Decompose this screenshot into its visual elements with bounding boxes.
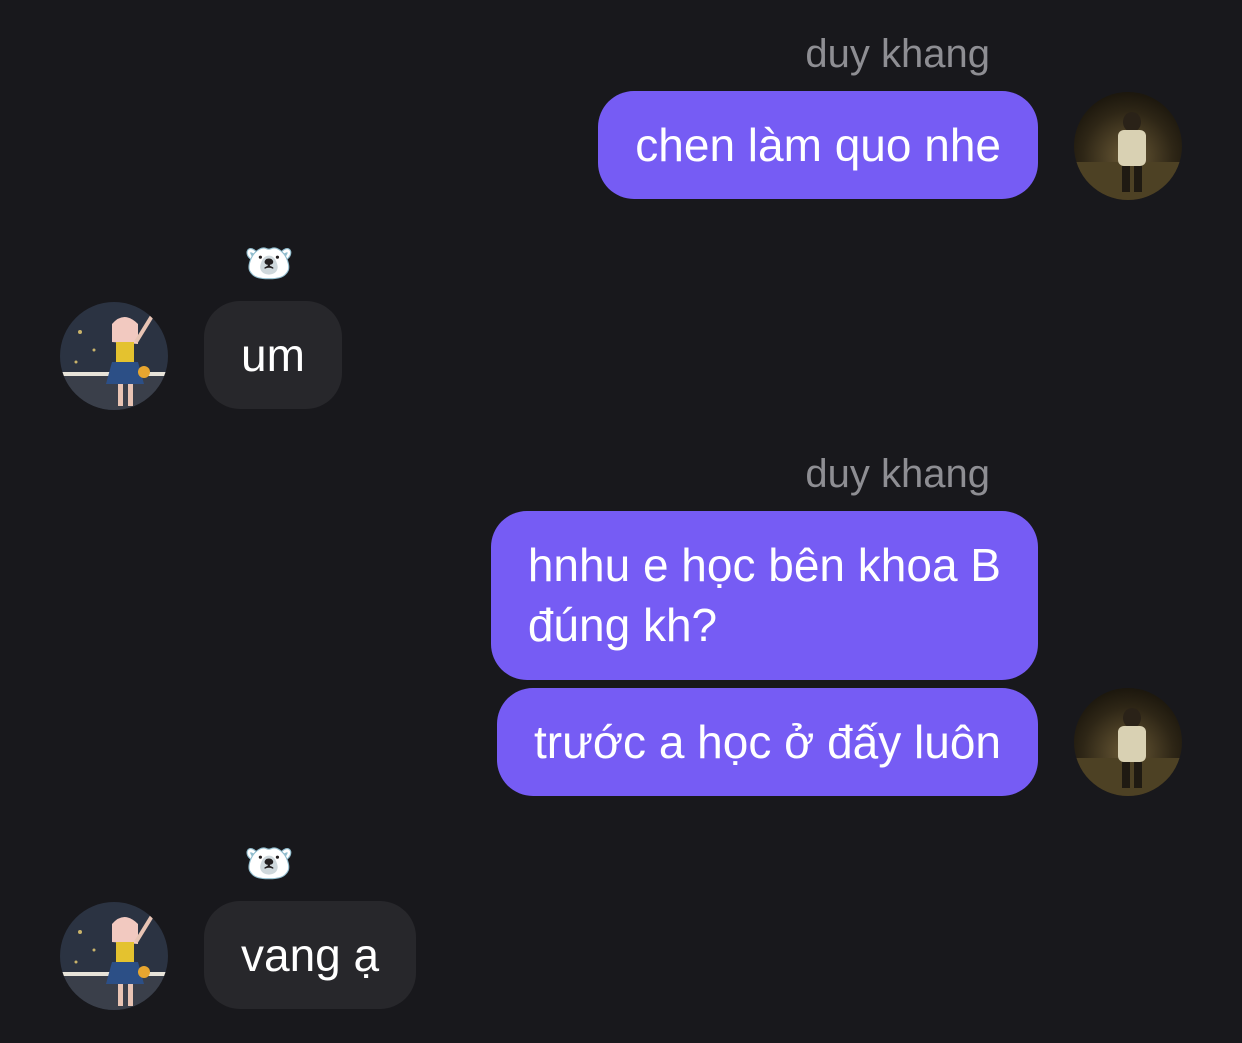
sender-avatar[interactable] (1074, 688, 1182, 796)
receiver-name-emoji: 🐻‍❄️ (244, 241, 294, 287)
message-bubble-outgoing[interactable]: chen làm quo nhe (598, 91, 1038, 199)
receiver-name-emoji: 🐻‍❄️ (244, 841, 294, 887)
message-bubble-incoming[interactable]: vang ạ (204, 901, 417, 1009)
receiver-avatar[interactable] (60, 902, 168, 1010)
message-bubble-outgoing[interactable]: trước a học ở đấy luôn (496, 688, 1038, 796)
message-line: đúng kh? (527, 599, 718, 651)
sender-avatar[interactable] (1074, 92, 1182, 200)
message-bubble-incoming[interactable]: um (204, 301, 342, 409)
receiver-avatar[interactable] (60, 302, 168, 410)
chat-thread: duy khang chen làm quo nhe 🐻‍❄️ (0, 0, 1242, 1043)
sender-name: duy khang (805, 452, 990, 496)
message-line: hnhu e học bên khoa B (527, 539, 1001, 591)
sender-name: duy khang (805, 32, 990, 76)
message-bubble-outgoing[interactable]: hnhu e học bên khoa B đúng kh? (490, 511, 1038, 680)
